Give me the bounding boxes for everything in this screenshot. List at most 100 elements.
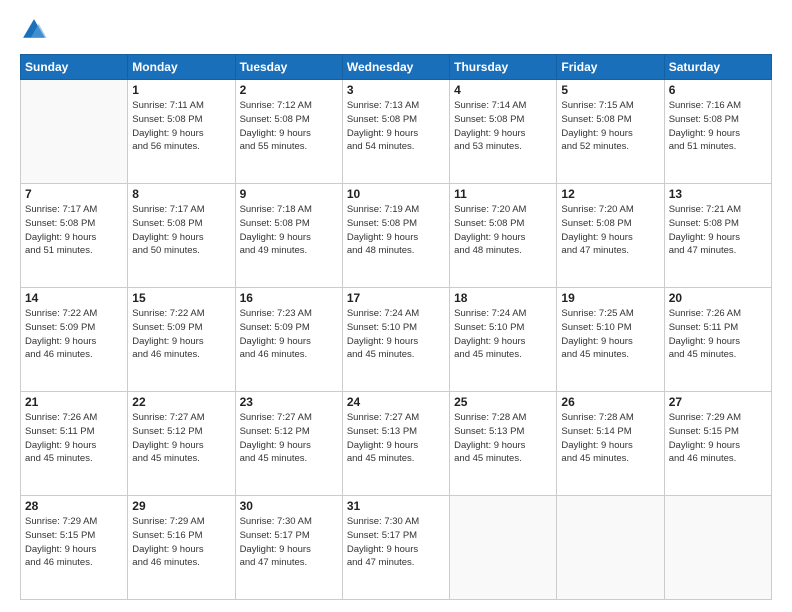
day-number: 22 <box>132 395 230 409</box>
day-info: Sunrise: 7:15 AM Sunset: 5:08 PM Dayligh… <box>561 99 659 154</box>
day-number: 5 <box>561 83 659 97</box>
day-info: Sunrise: 7:30 AM Sunset: 5:17 PM Dayligh… <box>347 515 445 570</box>
calendar-week-row: 7 Sunrise: 7:17 AM Sunset: 5:08 PM Daylig… <box>21 184 772 288</box>
calendar-day-cell: 5 Sunrise: 7:15 AM Sunset: 5:08 PM Daylig… <box>557 80 664 184</box>
day-number: 25 <box>454 395 552 409</box>
calendar-day-cell: 2 Sunrise: 7:12 AM Sunset: 5:08 PM Daylig… <box>235 80 342 184</box>
day-number: 23 <box>240 395 338 409</box>
calendar-day-cell: 17Sunrise: 7:24 AM Sunset: 5:10 PM Dayli… <box>342 288 449 392</box>
weekday-header: Monday <box>128 55 235 80</box>
calendar-day-cell: 10Sunrise: 7:19 AM Sunset: 5:08 PM Dayli… <box>342 184 449 288</box>
calendar-day-cell: 19Sunrise: 7:25 AM Sunset: 5:10 PM Dayli… <box>557 288 664 392</box>
calendar-header-row: SundayMondayTuesdayWednesdayThursdayFrid… <box>21 55 772 80</box>
calendar-day-cell: 11Sunrise: 7:20 AM Sunset: 5:08 PM Dayli… <box>450 184 557 288</box>
day-info: Sunrise: 7:26 AM Sunset: 5:11 PM Dayligh… <box>669 307 767 362</box>
logo-icon <box>20 16 48 44</box>
day-number: 16 <box>240 291 338 305</box>
calendar-day-cell: 22 Sunrise: 7:27 AM Sunset: 5:12 PM Dayli… <box>128 392 235 496</box>
calendar-day-cell <box>664 496 771 600</box>
day-info: Sunrise: 7:26 AM Sunset: 5:11 PM Dayligh… <box>25 411 123 466</box>
day-info: Sunrise: 7:20 AM Sunset: 5:08 PM Dayligh… <box>454 203 552 258</box>
calendar-day-cell: 31 Sunrise: 7:30 AM Sunset: 5:17 PM Dayli… <box>342 496 449 600</box>
day-info: Sunrise: 7:29 AM Sunset: 5:15 PM Dayligh… <box>669 411 767 466</box>
day-number: 13 <box>669 187 767 201</box>
calendar-day-cell: 30 Sunrise: 7:30 AM Sunset: 5:17 PM Dayli… <box>235 496 342 600</box>
day-info: Sunrise: 7:14 AM Sunset: 5:08 PM Dayligh… <box>454 99 552 154</box>
day-info: Sunrise: 7:12 AM Sunset: 5:08 PM Dayligh… <box>240 99 338 154</box>
day-number: 26 <box>561 395 659 409</box>
header <box>20 16 772 44</box>
calendar-day-cell: 6 Sunrise: 7:16 AM Sunset: 5:08 PM Daylig… <box>664 80 771 184</box>
day-number: 27 <box>669 395 767 409</box>
day-number: 29 <box>132 499 230 513</box>
day-number: 31 <box>347 499 445 513</box>
calendar-week-row: 1 Sunrise: 7:11 AM Sunset: 5:08 PM Daylig… <box>21 80 772 184</box>
day-info: Sunrise: 7:11 AM Sunset: 5:08 PM Dayligh… <box>132 99 230 154</box>
calendar-day-cell: 3 Sunrise: 7:13 AM Sunset: 5:08 PM Daylig… <box>342 80 449 184</box>
day-number: 19 <box>561 291 659 305</box>
day-info: Sunrise: 7:16 AM Sunset: 5:08 PM Dayligh… <box>669 99 767 154</box>
calendar-day-cell <box>21 80 128 184</box>
weekday-header: Thursday <box>450 55 557 80</box>
calendar-week-row: 28Sunrise: 7:29 AM Sunset: 5:15 PM Dayli… <box>21 496 772 600</box>
calendar-day-cell: 25Sunrise: 7:28 AM Sunset: 5:13 PM Dayli… <box>450 392 557 496</box>
calendar-day-cell <box>557 496 664 600</box>
day-number: 21 <box>25 395 123 409</box>
logo <box>20 16 52 44</box>
calendar-day-cell <box>450 496 557 600</box>
day-info: Sunrise: 7:18 AM Sunset: 5:08 PM Dayligh… <box>240 203 338 258</box>
calendar-day-cell: 13 Sunrise: 7:21 AM Sunset: 5:08 PM Dayli… <box>664 184 771 288</box>
day-info: Sunrise: 7:27 AM Sunset: 5:13 PM Dayligh… <box>347 411 445 466</box>
day-number: 2 <box>240 83 338 97</box>
calendar-day-cell: 7 Sunrise: 7:17 AM Sunset: 5:08 PM Daylig… <box>21 184 128 288</box>
day-info: Sunrise: 7:22 AM Sunset: 5:09 PM Dayligh… <box>25 307 123 362</box>
day-info: Sunrise: 7:27 AM Sunset: 5:12 PM Dayligh… <box>132 411 230 466</box>
day-number: 28 <box>25 499 123 513</box>
page: SundayMondayTuesdayWednesdayThursdayFrid… <box>0 0 792 612</box>
calendar-table: SundayMondayTuesdayWednesdayThursdayFrid… <box>20 54 772 600</box>
day-info: Sunrise: 7:21 AM Sunset: 5:08 PM Dayligh… <box>669 203 767 258</box>
day-info: Sunrise: 7:20 AM Sunset: 5:08 PM Dayligh… <box>561 203 659 258</box>
calendar-day-cell: 29 Sunrise: 7:29 AM Sunset: 5:16 PM Dayli… <box>128 496 235 600</box>
calendar-week-row: 14Sunrise: 7:22 AM Sunset: 5:09 PM Dayli… <box>21 288 772 392</box>
calendar-day-cell: 20Sunrise: 7:26 AM Sunset: 5:11 PM Dayli… <box>664 288 771 392</box>
day-number: 15 <box>132 291 230 305</box>
day-number: 10 <box>347 187 445 201</box>
calendar-day-cell: 16Sunrise: 7:23 AM Sunset: 5:09 PM Dayli… <box>235 288 342 392</box>
calendar-day-cell: 23 Sunrise: 7:27 AM Sunset: 5:12 PM Dayli… <box>235 392 342 496</box>
weekday-header: Friday <box>557 55 664 80</box>
calendar-day-cell: 27 Sunrise: 7:29 AM Sunset: 5:15 PM Dayli… <box>664 392 771 496</box>
day-number: 6 <box>669 83 767 97</box>
day-number: 3 <box>347 83 445 97</box>
day-info: Sunrise: 7:27 AM Sunset: 5:12 PM Dayligh… <box>240 411 338 466</box>
calendar-day-cell: 9 Sunrise: 7:18 AM Sunset: 5:08 PM Daylig… <box>235 184 342 288</box>
calendar-week-row: 21 Sunrise: 7:26 AM Sunset: 5:11 PM Dayli… <box>21 392 772 496</box>
day-number: 30 <box>240 499 338 513</box>
calendar-day-cell: 26 Sunrise: 7:28 AM Sunset: 5:14 PM Dayli… <box>557 392 664 496</box>
calendar-day-cell: 15 Sunrise: 7:22 AM Sunset: 5:09 PM Dayli… <box>128 288 235 392</box>
calendar-day-cell: 28Sunrise: 7:29 AM Sunset: 5:15 PM Dayli… <box>21 496 128 600</box>
day-info: Sunrise: 7:22 AM Sunset: 5:09 PM Dayligh… <box>132 307 230 362</box>
day-info: Sunrise: 7:24 AM Sunset: 5:10 PM Dayligh… <box>454 307 552 362</box>
calendar-day-cell: 1 Sunrise: 7:11 AM Sunset: 5:08 PM Daylig… <box>128 80 235 184</box>
calendar-day-cell: 4 Sunrise: 7:14 AM Sunset: 5:08 PM Daylig… <box>450 80 557 184</box>
day-info: Sunrise: 7:28 AM Sunset: 5:14 PM Dayligh… <box>561 411 659 466</box>
calendar-day-cell: 24Sunrise: 7:27 AM Sunset: 5:13 PM Dayli… <box>342 392 449 496</box>
day-number: 8 <box>132 187 230 201</box>
day-number: 9 <box>240 187 338 201</box>
calendar-day-cell: 12 Sunrise: 7:20 AM Sunset: 5:08 PM Dayli… <box>557 184 664 288</box>
day-info: Sunrise: 7:13 AM Sunset: 5:08 PM Dayligh… <box>347 99 445 154</box>
day-number: 4 <box>454 83 552 97</box>
day-info: Sunrise: 7:30 AM Sunset: 5:17 PM Dayligh… <box>240 515 338 570</box>
weekday-header: Saturday <box>664 55 771 80</box>
day-number: 7 <box>25 187 123 201</box>
day-info: Sunrise: 7:29 AM Sunset: 5:16 PM Dayligh… <box>132 515 230 570</box>
day-info: Sunrise: 7:17 AM Sunset: 5:08 PM Dayligh… <box>25 203 123 258</box>
calendar-day-cell: 18Sunrise: 7:24 AM Sunset: 5:10 PM Dayli… <box>450 288 557 392</box>
calendar-day-cell: 8Sunrise: 7:17 AM Sunset: 5:08 PM Daylig… <box>128 184 235 288</box>
day-number: 1 <box>132 83 230 97</box>
weekday-header: Sunday <box>21 55 128 80</box>
day-number: 12 <box>561 187 659 201</box>
day-info: Sunrise: 7:24 AM Sunset: 5:10 PM Dayligh… <box>347 307 445 362</box>
weekday-header: Tuesday <box>235 55 342 80</box>
